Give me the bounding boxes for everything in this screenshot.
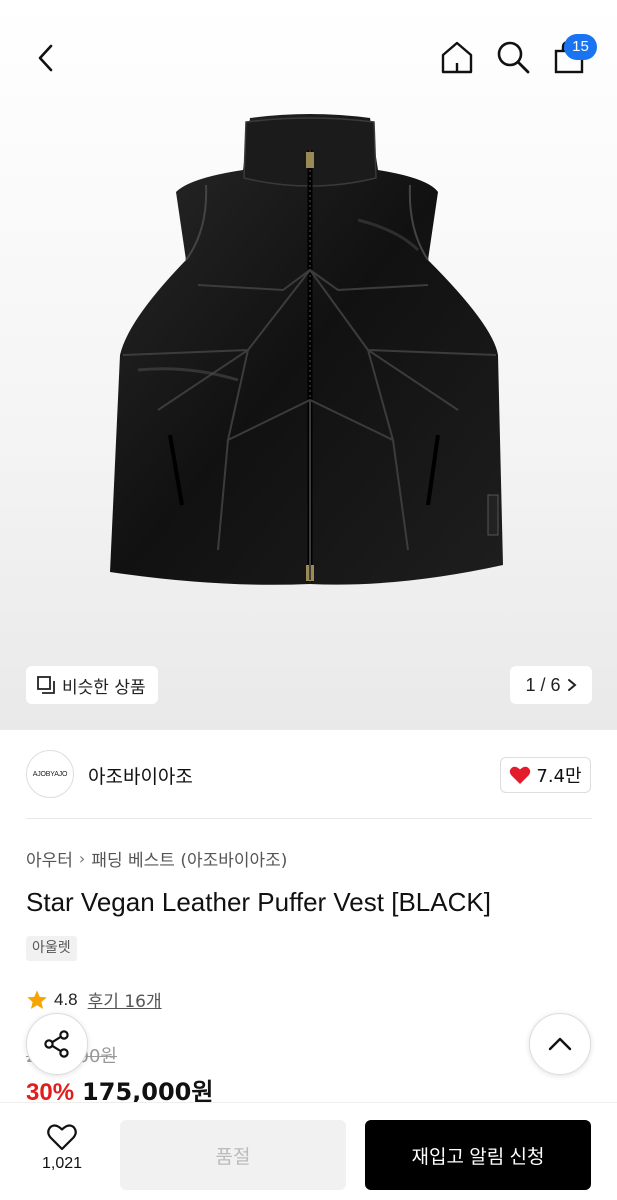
product-title: Star Vegan Leather Puffer Vest [BLACK] xyxy=(26,887,491,917)
brand-logo[interactable]: AJOBYAJO xyxy=(26,750,74,798)
page-indicator: 1 / 6 xyxy=(525,674,561,695)
product-image[interactable] xyxy=(98,110,523,600)
bottom-action-bar: 1,021 품절 재입고 알림 신청 xyxy=(0,1102,617,1200)
wishlist-count: 1,021 xyxy=(41,1155,83,1172)
chevron-right-icon: › xyxy=(78,849,86,868)
divider xyxy=(26,818,592,819)
rating-value: 4.8 xyxy=(54,989,78,1009)
breadcrumb: 아우터 › 패딩 베스트 (아조바이아조) xyxy=(26,846,287,871)
brand-logo-text: AJOBYAJO xyxy=(32,770,68,778)
chevron-right-icon xyxy=(567,679,577,691)
restock-alert-button[interactable]: 재입고 알림 신청 xyxy=(365,1120,591,1190)
brand-row: AJOBYAJO 아조바이아조 7.4만 xyxy=(0,730,617,818)
rating-row: 4.8 후기 16개 xyxy=(26,987,162,1012)
share-button[interactable] xyxy=(26,1013,88,1075)
image-pager[interactable]: 1 / 6 xyxy=(510,666,592,704)
similar-products-button[interactable]: 비슷한 상품 xyxy=(26,666,158,704)
search-button[interactable] xyxy=(492,36,534,78)
wishlist-button[interactable]: 1,021 xyxy=(30,1123,94,1185)
breadcrumb-item[interactable]: 아우터 xyxy=(26,846,73,871)
scroll-to-top-button[interactable] xyxy=(529,1013,591,1075)
home-icon xyxy=(441,41,473,74)
star-icon xyxy=(27,989,47,1009)
brand-like-count: 7.4만 xyxy=(536,766,582,787)
brand-name[interactable]: 아조바이아조 xyxy=(88,762,193,789)
outlet-tag: 아울렛 xyxy=(26,936,77,961)
product-gallery[interactable]: 15 비슷한 상품 1 / 6 xyxy=(0,0,617,730)
chevron-left-icon xyxy=(38,44,53,72)
brand-like-button[interactable]: 7.4만 xyxy=(500,757,591,793)
heart-filled-icon xyxy=(510,766,531,784)
home-button[interactable] xyxy=(436,36,478,78)
sold-out-button: 품절 xyxy=(120,1120,346,1190)
chevron-up-icon xyxy=(548,1037,572,1051)
cart-count-badge: 15 xyxy=(564,34,597,60)
similar-products-label: 비슷한 상품 xyxy=(62,677,146,698)
top-navigation: 15 xyxy=(0,0,617,110)
heart-icon xyxy=(47,1124,77,1151)
back-button[interactable] xyxy=(26,38,66,78)
similar-items-icon xyxy=(37,676,55,694)
share-icon xyxy=(44,1030,69,1058)
search-icon xyxy=(497,41,530,74)
review-link[interactable]: 후기 16개 xyxy=(88,987,162,1012)
breadcrumb-item[interactable]: 패딩 베스트 (아조바이아조) xyxy=(91,846,287,871)
